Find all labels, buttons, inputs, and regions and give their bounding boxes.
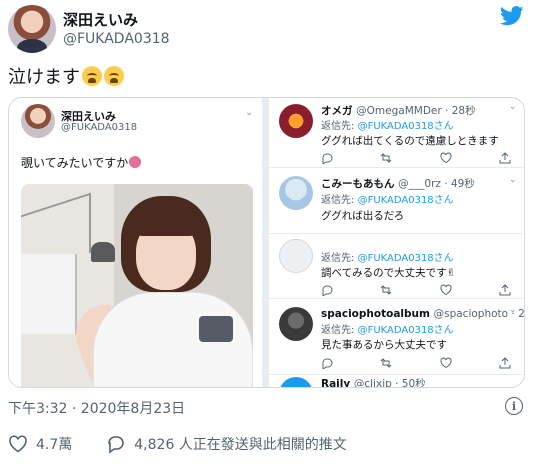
pane-divider (262, 98, 269, 387)
reply-item: spaciophotoalbum @spaciophoto · 28秒 ⌄ 返信… (269, 299, 524, 375)
tweet-image[interactable]: 深田えいみ @FUKADA0318 ⌄ 覗いてみたいですか オメガ @Omega… (8, 97, 525, 388)
reply-name: オメガ @OmegaMMDer · 28秒 (321, 103, 476, 118)
reply-body: ググれば出るだろ (321, 210, 405, 222)
reply-item: オメガ @OmegaMMDer · 28秒 ⌄ 返信先: @FUKADA0318… (269, 98, 524, 168)
info-icon[interactable]: i (505, 397, 523, 415)
reply-body: 見た事あるから大丈夫です (321, 339, 447, 351)
reply-avatar (279, 307, 313, 341)
retweet-icon (380, 285, 392, 295)
author-name[interactable]: 深田えいみ (63, 9, 138, 30)
crying-face-emoji (104, 66, 124, 86)
tweet-footer: 4.7萬 4,826 人正在發送與此相關的推文 (8, 434, 347, 454)
reply-actions (321, 357, 511, 369)
reply-icon (322, 153, 333, 164)
reply-to-prefix: 返信先: (321, 195, 358, 206)
reply-to-handle: @FUKADA0318さん (357, 325, 454, 336)
reply-body: ググれば出てくるので遠慮しときます (321, 135, 499, 147)
reply-to-prefix: 返信先: (321, 325, 358, 336)
heart-icon[interactable] (8, 434, 28, 454)
author-handle[interactable]: @FUKADA0318 (63, 31, 170, 47)
reply-item: Raily @clixjp · 50秒 (269, 375, 524, 388)
tweet-text-content: 泣けます (8, 67, 80, 88)
reply-name-text: オメガ (321, 105, 353, 117)
reply-item: こみーもあもん @___0rz · 49秒 ⌄ 返信先: @FUKADA0318… (269, 168, 524, 234)
reply-icon (322, 358, 333, 369)
reply-meta: @clixjp · 50秒 (353, 378, 426, 388)
share-icon (499, 152, 511, 164)
reply-name-text: こみーもあもん (321, 178, 395, 190)
chevron-down-icon: ⌄ (509, 175, 517, 185)
quoted-tweet: 深田えいみ @FUKADA0318 ⌄ 覗いてみたいですか (9, 98, 262, 387)
reply-icon[interactable] (106, 434, 126, 454)
heart-icon (440, 357, 452, 369)
quoted-text: 覗いてみたいですか (21, 154, 142, 171)
reply-to-handle: @FUKADA0318さん (357, 253, 454, 264)
reply-to-prefix: 返信先: (321, 121, 358, 132)
replies-pane: オメガ @OmegaMMDer · 28秒 ⌄ 返信先: @FUKADA0318… (269, 98, 524, 388)
reply-to-handle: @FUKADA0318さん (357, 121, 454, 132)
reply-name: Raily @clixjp · 50秒 (321, 376, 426, 388)
reply-summary[interactable]: 4,826 人正在發送與此相關的推文 (134, 434, 347, 454)
reply-avatar (279, 377, 313, 387)
retweet-icon (380, 358, 392, 368)
emoji-icon (129, 156, 142, 168)
lamp-shape (91, 242, 115, 262)
tweet-text: 泣けます (8, 63, 124, 89)
reply-to: 返信先: @FUKADA0318さん (321, 191, 454, 206)
chevron-down-icon: ⌄ (509, 305, 517, 315)
reply-meta: @___0rz · 49秒 (398, 178, 475, 190)
reply-to: 返信先: @FUKADA0318さん (321, 249, 454, 264)
reply-name: こみーもあもん @___0rz · 49秒 (321, 176, 475, 191)
reply-to: 返信先: @FUKADA0318さん (321, 321, 454, 336)
reply-item: 返信先: @FUKADA0318さん 調べてみるので大丈夫です✌ (269, 234, 524, 299)
reply-to: 返信先: @FUKADA0318さん (321, 117, 454, 132)
author-avatar[interactable] (8, 5, 56, 53)
retweet-icon (380, 153, 392, 163)
chevron-down-icon: ⌄ (509, 102, 517, 112)
tweet-timestamp[interactable]: 下午3:32 · 2020年8月23日 (8, 398, 185, 418)
reply-name: spaciophotoalbum @spaciophoto · 28秒 (321, 306, 524, 321)
quoted-handle: @FUKADA0318 (61, 122, 138, 133)
chevron-down-icon: ⌄ (245, 107, 254, 118)
reply-actions (321, 284, 511, 296)
reply-body: 調べてみるので大丈夫です✌ (321, 267, 456, 279)
reply-avatar (279, 239, 313, 273)
reply-icon (322, 285, 333, 296)
crying-face-emoji (82, 66, 102, 86)
share-icon (499, 284, 511, 296)
quoted-photo (21, 184, 253, 387)
reply-meta: @OmegaMMDer · 28秒 (356, 105, 476, 117)
reply-avatar (279, 176, 313, 210)
reply-to-prefix: 返信先: (321, 253, 358, 264)
reply-actions (321, 152, 511, 164)
heart-icon (440, 152, 452, 164)
reply-to-handle: @FUKADA0318さん (357, 195, 454, 206)
reply-name-text: spaciophotoalbum (321, 308, 430, 320)
heart-icon (440, 284, 452, 296)
quoted-avatar (21, 104, 55, 138)
like-count: 4.7萬 (36, 437, 73, 453)
reply-avatar (279, 104, 313, 138)
reply-name-text: Raily (321, 378, 351, 388)
share-icon (499, 357, 511, 369)
twitter-bird-icon[interactable] (500, 6, 524, 26)
quoted-text-content: 覗いてみたいですか (21, 156, 129, 170)
